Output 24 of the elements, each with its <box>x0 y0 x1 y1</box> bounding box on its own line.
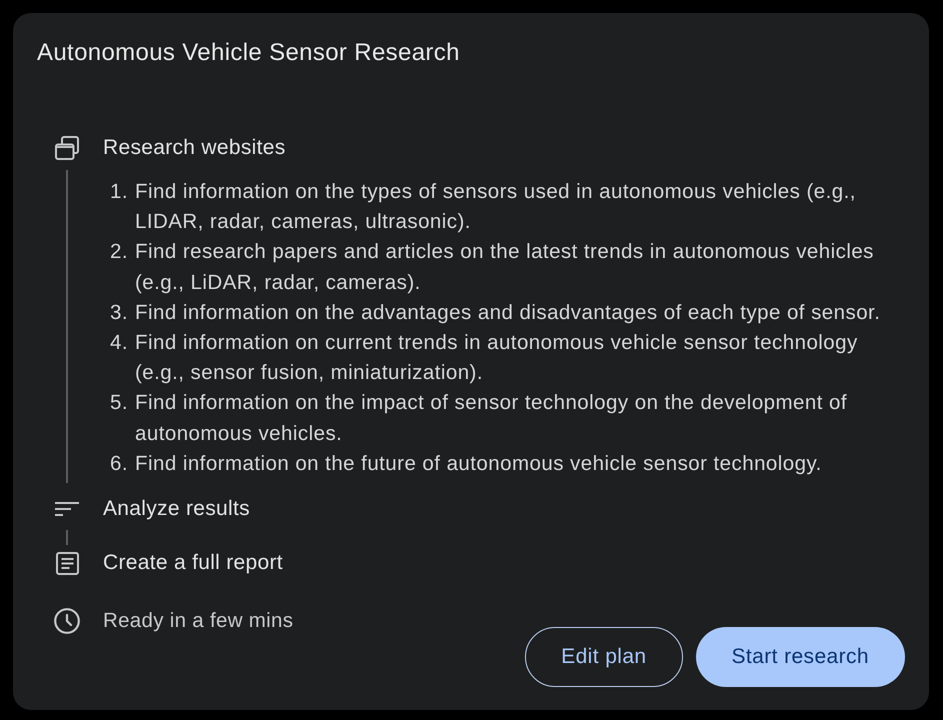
document-icon <box>56 552 78 575</box>
task-text: Find information on the advantages and disadvantages of each type of sensor. <box>135 300 880 326</box>
list-number: 2. <box>110 239 128 266</box>
step-label: Analyze results <box>103 496 250 522</box>
step-label: Create a full report <box>103 550 283 576</box>
task-text: Find information on the types of sensors used in autonomous vehicles (e.g., LIDAR, radar, cameras, ultrasonic). <box>135 179 857 236</box>
list-number: 5. <box>110 390 128 416</box>
task-text: Find information on current trends in autonomous vehicle sensor technology (e.g., sensor fusion, miniaturization). <box>135 330 859 386</box>
task-text: Find information on the impact of sensor technology on the development of autonomous vehicles. <box>135 390 848 447</box>
step-connector-line <box>66 530 68 546</box>
list-number: 1. <box>110 179 128 205</box>
primary-button[interactable]: Start research <box>696 627 905 688</box>
list-number: 3. <box>110 300 128 326</box>
list-number: 6. <box>110 450 128 477</box>
clock-icon <box>54 608 80 634</box>
text-lines-icon <box>55 502 79 516</box>
eta-label: Ready in a few mins <box>103 608 294 634</box>
plan-title: Autonomous Vehicle Sensor Research <box>37 38 460 68</box>
task-text: Find research papers and articles on the latest trends in autonomous vehicles (e.g., LiDAR, radar, cameras). <box>135 239 875 296</box>
task-text: Find information on the future of autonomous vehicle sensor technology. <box>135 450 822 477</box>
secondary-button[interactable]: Edit plan <box>525 627 682 688</box>
stacked-windows-icon <box>55 136 79 160</box>
list-number: 4. <box>110 330 128 356</box>
step-label: Research websites <box>103 135 286 161</box>
